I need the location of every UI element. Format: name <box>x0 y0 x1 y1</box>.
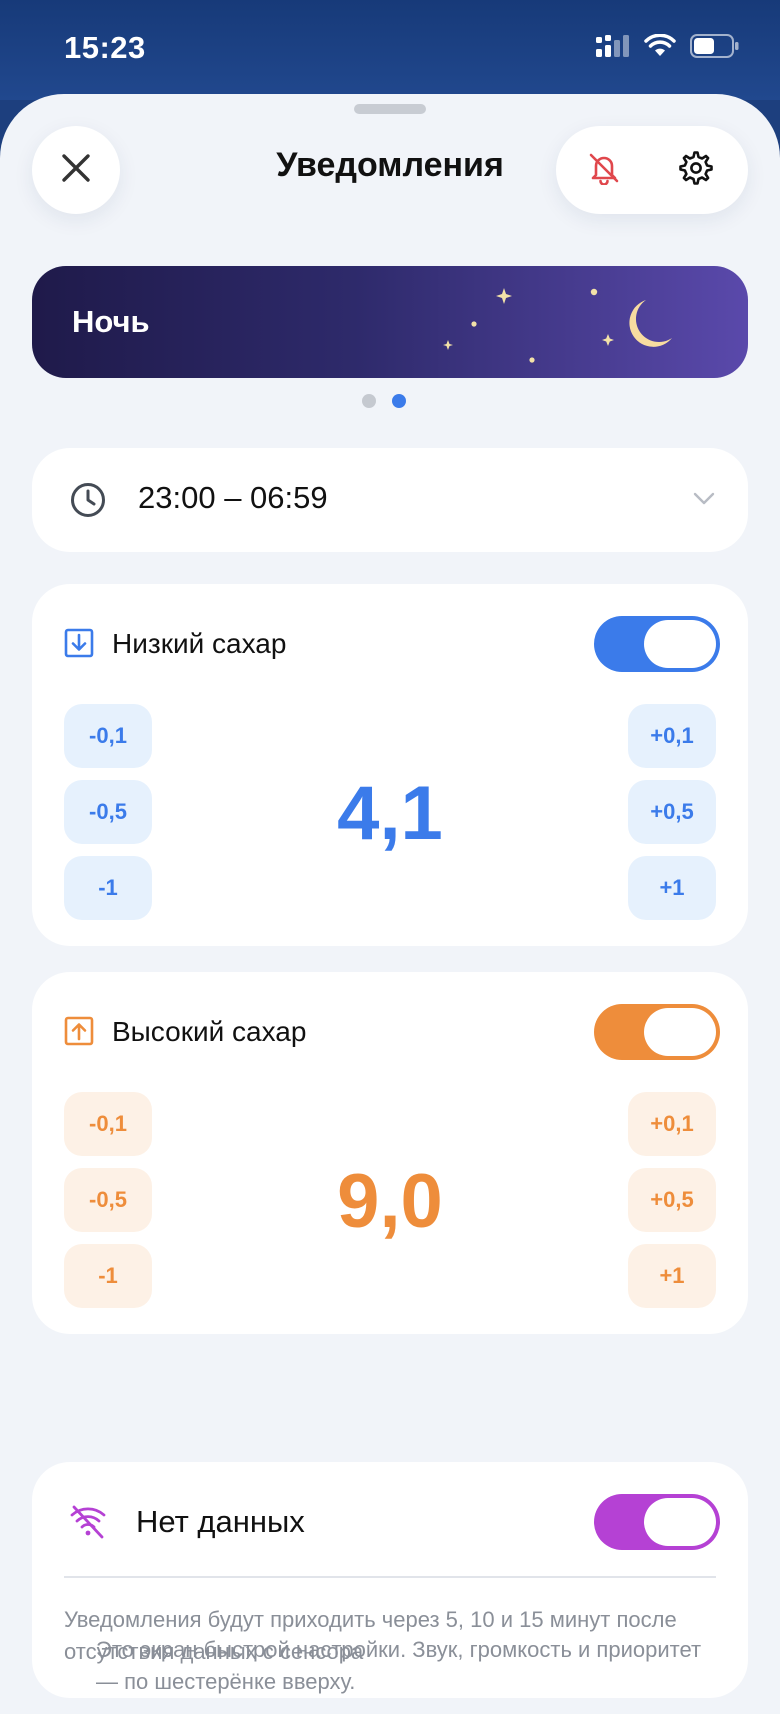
time-range-value: 23:00 – 06:59 <box>138 480 328 515</box>
battery-icon <box>690 34 740 63</box>
mute-notifications-button[interactable] <box>580 146 628 194</box>
high-sugar-card: Высокий сахар -0,1 -0,5 -1 +0,1 +0,5 +1 … <box>32 972 748 1334</box>
high-plus-0-1-button[interactable]: +0,1 <box>628 1092 716 1156</box>
high-plus-1-button[interactable]: +1 <box>628 1244 716 1308</box>
low-minus-1-button[interactable]: -1 <box>64 856 152 920</box>
night-sky-illustration <box>443 288 672 363</box>
arrow-down-box-icon <box>64 628 94 663</box>
toggle-knob <box>644 1498 716 1546</box>
low-plus-1-button[interactable]: +1 <box>628 856 716 920</box>
footer-note: Это экран быстрой настройки. Звук, громк… <box>96 1637 702 1694</box>
toggle-knob <box>644 1008 716 1056</box>
wifi-icon <box>644 33 676 63</box>
no-data-toggle[interactable] <box>594 1494 720 1550</box>
settings-button[interactable] <box>672 146 720 194</box>
high-minus-1-button[interactable]: -1 <box>64 1244 152 1308</box>
page-dot-active[interactable] <box>392 394 406 408</box>
high-minus-0-1-button[interactable]: -0,1 <box>64 1092 152 1156</box>
chevron-down-icon <box>692 486 716 515</box>
notifications-sheet: Уведомления Ночь 23:00 – 06:59 Низкий са… <box>0 94 780 1714</box>
high-sugar-label: Высокий сахар <box>112 1016 307 1047</box>
arrow-up-box-icon <box>64 1016 94 1051</box>
low-sugar-label: Низкий сахар <box>112 628 287 659</box>
sheet-grabber[interactable] <box>354 104 426 114</box>
schedule-time-selector[interactable]: 23:00 – 06:59 <box>32 448 748 552</box>
bell-off-icon <box>587 151 621 190</box>
low-plus-0-1-button[interactable]: +0,1 <box>628 704 716 768</box>
high-sugar-toggle[interactable] <box>594 1004 720 1060</box>
night-mode-banner[interactable]: Ночь <box>32 266 748 378</box>
low-sugar-card: Низкий сахар -0,1 -0,5 -1 +0,1 +0,5 +1 4… <box>32 584 748 946</box>
low-minus-0-1-button[interactable]: -0,1 <box>64 704 152 768</box>
cellular-signal-icon <box>596 35 630 62</box>
page-dot[interactable] <box>362 394 376 408</box>
divider <box>64 1576 716 1578</box>
high-sugar-value: 9,0 <box>337 1159 443 1244</box>
no-data-label: Нет данных <box>136 1504 305 1539</box>
low-sugar-value: 4,1 <box>337 771 443 856</box>
status-icons <box>596 33 740 63</box>
low-sugar-toggle[interactable] <box>594 616 720 672</box>
gear-icon <box>679 150 713 190</box>
wifi-off-icon <box>68 1504 108 1545</box>
status-bar: 15:23 <box>0 0 780 100</box>
header-actions <box>556 126 748 214</box>
status-time: 15:23 <box>64 30 146 65</box>
clock-icon <box>70 482 106 523</box>
toggle-knob <box>644 620 716 668</box>
banner-page-indicator <box>362 394 406 408</box>
